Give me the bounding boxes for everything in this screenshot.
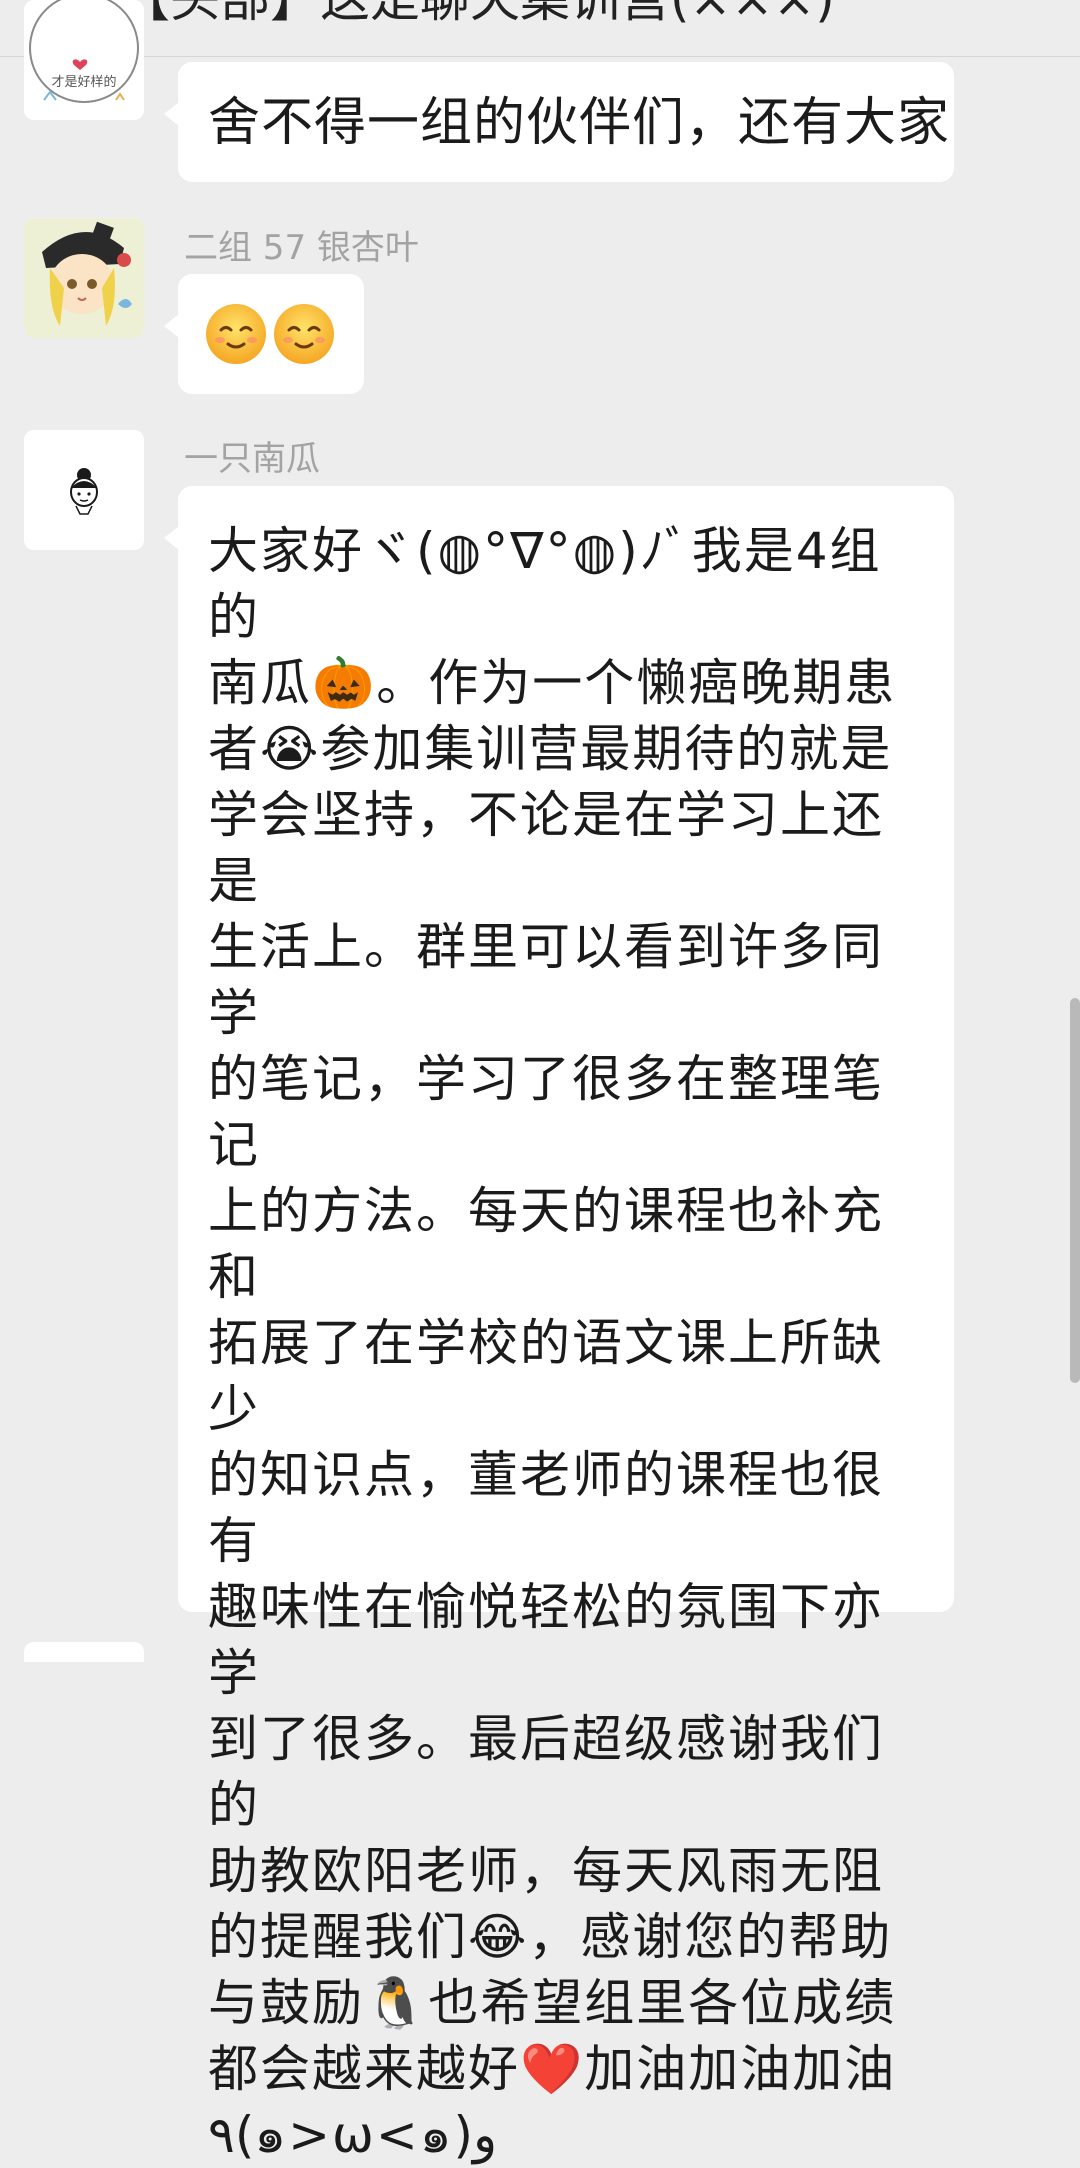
message-bubble[interactable]: [164, 274, 364, 394]
chat-title: 【头部】这是聊天集训营(×××): [120, 0, 835, 24]
scrollbar[interactable]: [1070, 998, 1080, 1383]
message-text: 舍不得一组的伙伴们，还有大家: [208, 93, 951, 153]
avatar[interactable]: [24, 218, 144, 338]
sender-name: 二组 57 银杏叶: [184, 228, 419, 268]
avatar[interactable]: [24, 1642, 144, 1662]
message-bubble[interactable]: 舍不得一组的伙伴们，还有大家: [164, 62, 954, 182]
chat-header: < 【头部】这是聊天集训营(×××) ···: [0, 0, 1080, 57]
message-text: 大家好ヾ(◍°∇°◍)ﾉﾞ我是4组的 南瓜🎃。作为一个懒癌晚期患 者😭参加集训营…: [208, 522, 897, 2164]
smiling-face-icon: [272, 302, 336, 370]
avatar[interactable]: [24, 430, 144, 550]
message-bubble[interactable]: 大家好ヾ(◍°∇°◍)ﾉﾞ我是4组的 南瓜🎃。作为一个懒癌晚期患 者😭参加集训营…: [164, 486, 954, 2164]
more-icon[interactable]: ···: [1002, 0, 1040, 14]
sender-name: 一只南瓜: [184, 439, 320, 479]
avatar-caption: 才是好样的: [51, 74, 116, 90]
smiling-face-icon: [204, 302, 268, 370]
avatar[interactable]: 才是好样的: [24, 0, 144, 120]
